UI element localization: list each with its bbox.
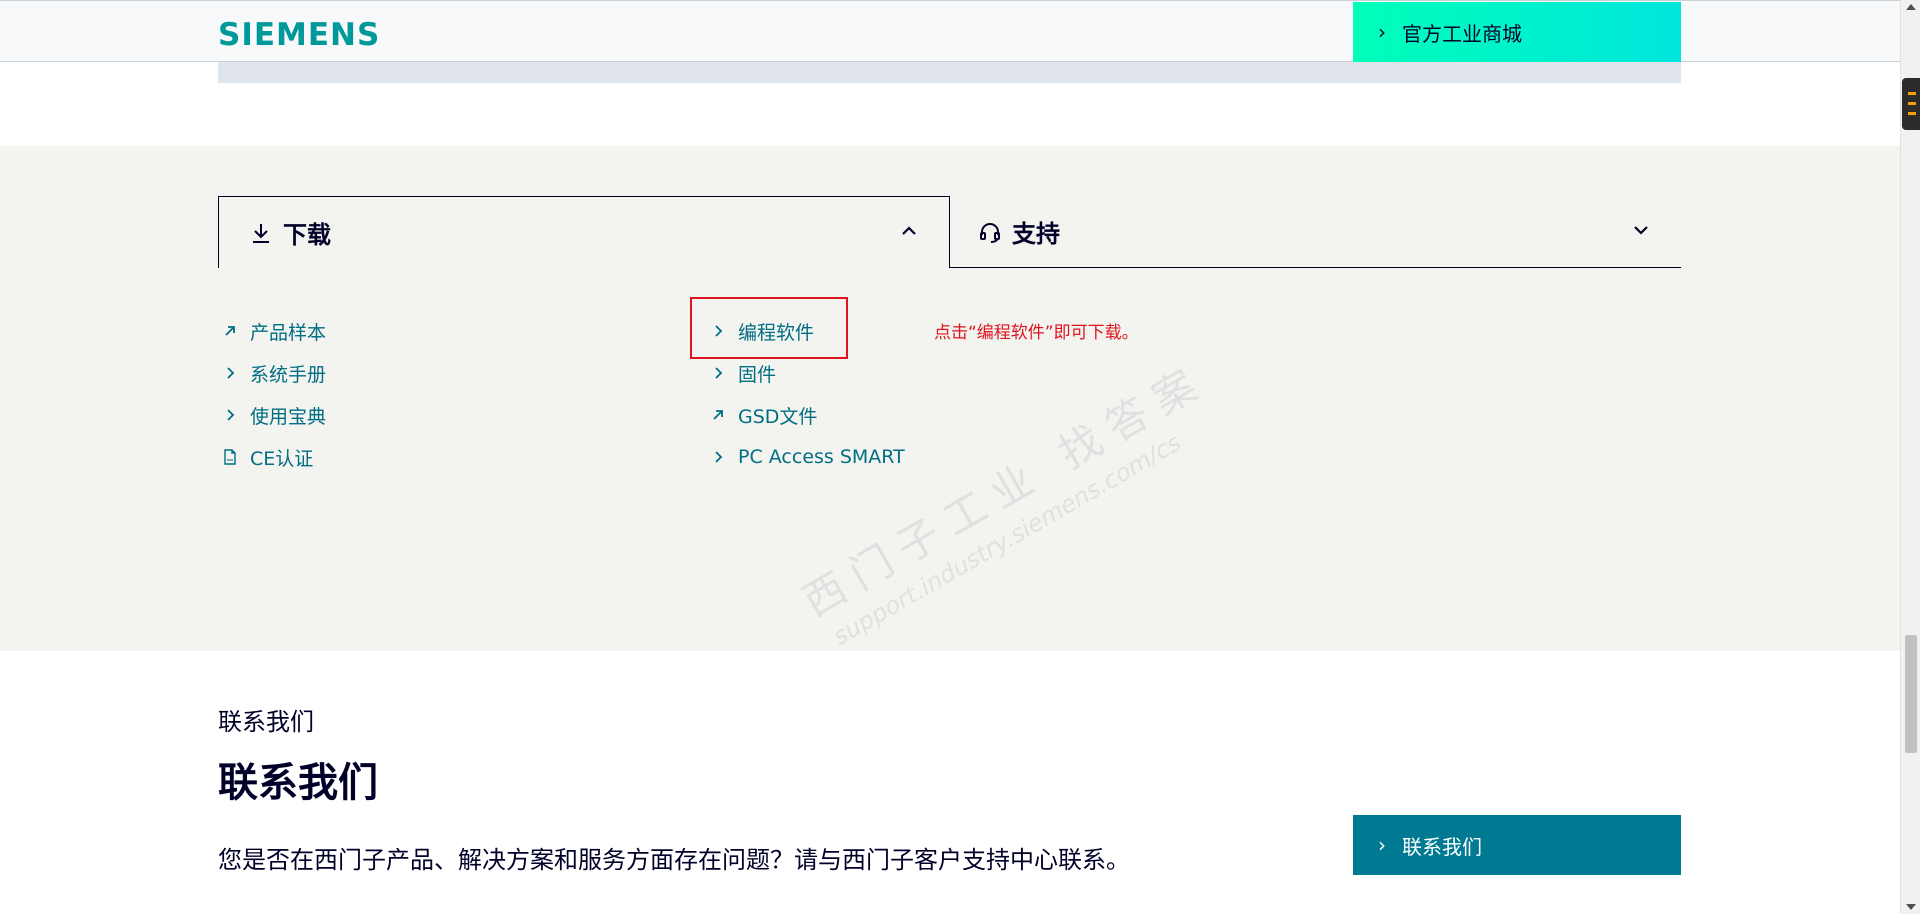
chevron-right-icon (710, 449, 726, 465)
chevron-up-icon (902, 226, 916, 235)
pdf-icon (222, 449, 238, 465)
link-label: 固件 (738, 363, 777, 386)
external-arrow-icon (710, 407, 726, 423)
link-label: 系统手册 (250, 363, 327, 386)
chevron-right-icon: › (1378, 833, 1386, 857)
link-label: 产品样本 (250, 321, 327, 344)
chevron-right-icon (222, 407, 238, 423)
scrollbar-thumb[interactable] (1905, 635, 1917, 753)
downloads-section: 下载 支持 产品样本 系统手册 使用宝典 CE认证 编程软件 固件 GSD文件 … (0, 146, 1900, 651)
side-widget[interactable] (1902, 78, 1920, 130)
link-system-manual[interactable]: 系统手册 (218, 352, 326, 394)
chevron-right-icon (710, 365, 726, 381)
chevron-right-icon: › (1378, 20, 1386, 44)
tab-download-label: 下载 (283, 221, 331, 249)
vertical-scrollbar[interactable] (1900, 0, 1920, 914)
highlight-box (690, 297, 848, 359)
link-label: CE认证 (250, 447, 314, 470)
scroll-up-arrow-icon[interactable] (1906, 4, 1916, 10)
external-arrow-icon (222, 323, 238, 339)
link-pc-access-smart[interactable]: PC Access SMART (706, 436, 905, 478)
tab-download[interactable]: 下载 (218, 196, 950, 268)
site-header: SIEMENS › 官方工业商城 (0, 0, 1900, 62)
widget-mark (1908, 92, 1916, 95)
link-label: GSD文件 (738, 405, 818, 428)
widget-mark (1908, 102, 1916, 105)
contact-us-button[interactable]: › 联系我们 (1353, 815, 1681, 875)
official-shop-label: 官方工业商城 (1402, 21, 1522, 46)
download-icon (253, 223, 269, 243)
link-product-samples[interactable]: 产品样本 (218, 310, 326, 352)
download-links-left: 产品样本 系统手册 使用宝典 CE认证 (218, 310, 326, 478)
page: SIEMENS › 官方工业商城 下载 支持 产品样本 系统手册 使用宝典 CE… (0, 0, 1920, 914)
link-label: 使用宝典 (250, 405, 327, 428)
chevron-down-icon (1634, 226, 1648, 235)
contact-us-label: 联系我们 (1402, 834, 1482, 859)
annotation-note: 点击“编程软件”即可下载。 (934, 323, 1139, 343)
tab-support-label: 支持 (1012, 220, 1060, 248)
contact-title: 联系我们 (218, 760, 378, 806)
tab-support[interactable]: 支持 (950, 196, 1681, 268)
link-gsd-files[interactable]: GSD文件 (706, 394, 905, 436)
link-label: PC Access SMART (738, 446, 905, 468)
widget-mark (1908, 112, 1916, 115)
headset-icon (980, 222, 1000, 243)
link-usage-guide[interactable]: 使用宝典 (218, 394, 326, 436)
link-ce-certification[interactable]: CE认证 (218, 436, 326, 478)
grey-band (218, 62, 1681, 83)
chevron-right-icon (222, 365, 238, 381)
contact-kicker: 联系我们 (218, 708, 314, 736)
contact-description: 您是否在西门子产品、解决方案和服务方面存在问题？请与西门子客户支持中心联系。 (218, 846, 1130, 874)
official-shop-button[interactable]: › 官方工业商城 (1353, 2, 1681, 62)
scroll-down-arrow-icon[interactable] (1906, 904, 1916, 910)
siemens-logo[interactable]: SIEMENS (218, 17, 380, 53)
